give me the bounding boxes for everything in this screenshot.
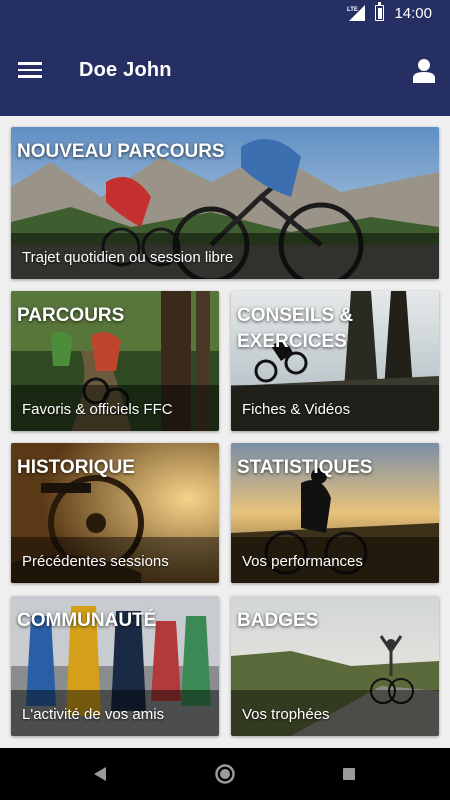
tile-subtitle: Favoris & officiels FFC: [22, 401, 173, 418]
tile-title: STATISTIQUES: [237, 457, 373, 478]
tile-subtitle: L'activité de vos amis: [22, 706, 165, 723]
status-bar: LTE 14:00: [0, 0, 450, 26]
tile-communaute[interactable]: COMMUNAUTÉ L'activité de vos amis: [11, 596, 219, 736]
tile-historique[interactable]: HISTORIQUE Précédentes sessions: [11, 443, 219, 583]
tile-conseils-exercices[interactable]: CONSEILS & EXERCICES Fiches & Vidéos: [231, 291, 439, 431]
page-title: Doe John: [79, 59, 172, 81]
system-nav-bar: [0, 748, 450, 800]
tile-subtitle: Vos performances: [242, 553, 363, 570]
tile-title: COMMUNAUTÉ: [17, 610, 157, 631]
battery-icon: [375, 2, 385, 21]
tile-subtitle: Fiches & Vidéos: [242, 401, 351, 418]
user-icon[interactable]: [413, 59, 435, 83]
home-icon[interactable]: [214, 763, 236, 785]
tile-badges[interactable]: BADGES Vos trophées: [231, 596, 439, 736]
svg-text:LTE: LTE: [347, 7, 358, 13]
tile-subtitle: Précédentes sessions: [22, 553, 169, 570]
tile-title: HISTORIQUE: [17, 457, 135, 478]
tile-title: BADGES: [237, 610, 319, 631]
status-time: 14:00: [394, 4, 432, 22]
tile-subtitle: Vos trophées: [242, 706, 330, 723]
recents-icon[interactable]: [342, 767, 356, 781]
tile-title: NOUVEAU PARCOURS: [17, 141, 225, 162]
app-bar: Doe John: [0, 26, 450, 116]
tile-title: PARCOURS: [17, 305, 125, 326]
tile-statistiques[interactable]: STATISTIQUES Vos performances: [231, 443, 439, 583]
menu-icon[interactable]: [18, 59, 42, 81]
tile-title: CONSEILS & EXERCICES: [237, 305, 354, 352]
signal-icon: LTE: [347, 5, 366, 21]
tile-nouveau-parcours[interactable]: NOUVEAU PARCOURS Trajet quotidien ou ses…: [11, 127, 439, 279]
back-icon[interactable]: [92, 766, 108, 782]
tile-subtitle: Trajet quotidien ou session libre: [22, 249, 234, 266]
tile-parcours[interactable]: PARCOURS Favoris & officiels FFC: [11, 291, 219, 431]
